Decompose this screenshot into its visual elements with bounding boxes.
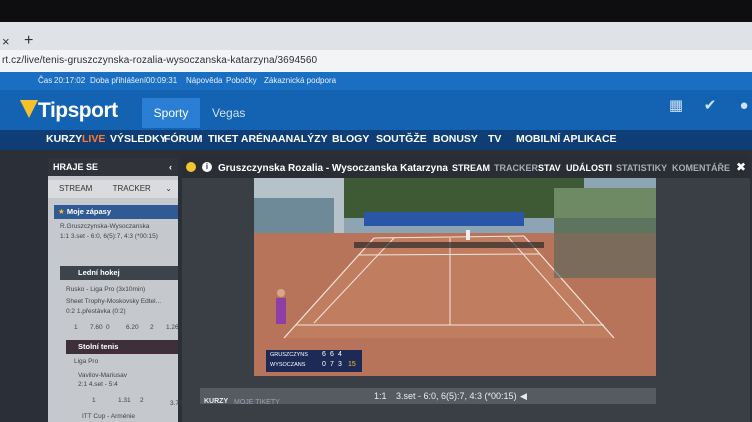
browser-tab-strip [0,22,752,52]
tab-sporty[interactable]: Sporty [142,98,200,128]
section-title: Moje zápasy [66,207,112,216]
nav-souteze[interactable]: SOUTĞŽE [376,133,427,145]
tab-komentare[interactable]: KOMENTÁŘE [672,163,730,173]
url-text[interactable]: rt.cz/live/tenis-gruszczynska-rozalia-wy… [2,55,317,66]
section-my-matches[interactable]: ★ Moje zápasy [54,205,178,219]
tab-kurzy[interactable]: KURZY [204,398,228,405]
tickets-icon[interactable]: ▦ [668,98,684,114]
match-score: 1:1 3.set - 6:0, 6(5):7, 4:3 (*00:15) [60,233,158,240]
tab-moje-tikety[interactable]: MOJE TIKETY [234,399,280,406]
set-score: 4 [338,351,342,358]
odds-value[interactable]: 1.26 [166,324,179,331]
match-name[interactable]: Vavilov-Mariusav [78,372,127,379]
support-link[interactable]: Zákaznická podpora [264,76,336,85]
collapse-icon[interactable]: ‹ [169,158,172,176]
logo[interactable]: Tipsport [38,99,118,123]
nav-tiket-arena[interactable]: TIKET ARÉNA [208,133,278,145]
tab-stream[interactable]: STREAM [452,163,490,173]
status-set-score: 1:1 [374,391,387,401]
game-points: 15 [348,361,356,368]
checkmark-icon[interactable]: ✔ [702,98,718,114]
tab-tracker[interactable]: TRACKER [494,163,538,173]
help-link[interactable]: Nápověda [186,76,222,85]
match-score: 0:2 1.přestávka (0:2) [66,308,126,315]
match-score: 2:1 4.set - 5:4 [78,381,118,388]
close-tab-icon[interactable]: × [2,34,10,49]
set-score: 7 [330,361,334,368]
sidebar-header: HRAJE SE ‹ [48,158,178,176]
tab-statistiky[interactable]: STATISTIKY [616,163,667,173]
odds-label: 1 [74,324,78,331]
users-icon[interactable]: ● [736,98,752,114]
new-tab-icon[interactable]: + [24,32,33,50]
odds-value[interactable]: 7.60 [90,324,103,331]
odds-label: 2 [140,397,144,404]
match-title: Gruszczynska Rozalia - Wysoczanska Katar… [218,163,448,174]
nav-forum[interactable]: FÓRUM [164,133,203,145]
set-score: 6 [330,351,334,358]
odds-label: 2 [150,324,154,331]
login-timer: 00:09:31 [146,76,178,85]
status-detail: 3.set - 6:0, 6(5):7, 4:3 (*00:15) [396,391,517,401]
nav-mobilni-aplikace[interactable]: MOBILNÍ APLIKACE [516,133,617,145]
tab-vegas[interactable]: Vegas [212,98,245,128]
sidebar-title: HRAJE SE [53,162,99,172]
branches-link[interactable]: Pobočky [226,76,257,85]
league-name[interactable]: ITT Cup - Arménie [82,413,135,420]
score-overlay: GRUSZCZYNS 6 6 4 WYSOCZANS 0 7 3 15 [266,350,362,372]
set-score: 0 [322,361,326,368]
odds-label: 1 [92,397,96,404]
tab-udalosti[interactable]: UDÁLOSTI [566,163,612,173]
clock: 20:17:02 [54,76,86,85]
nav-kurzy[interactable]: KURZY [46,133,82,145]
tab-stav[interactable]: STAV [538,163,561,173]
set-score: 6 [322,351,326,358]
league-name: Rusko - Liga Pro (3x10min) [66,286,146,293]
info-icon[interactable]: i [202,162,212,172]
time-label: Čas [38,76,53,85]
tennis-ball-icon [186,162,196,172]
nav-blogy[interactable]: BLOGY [332,133,369,145]
player1-name: GRUSZCZYNS [270,352,308,358]
odds-value[interactable]: 3.70 [170,400,183,407]
player2-name: WYSOCZANS [270,362,306,368]
section-table-tennis[interactable]: Stolní tenis [66,340,178,354]
sidebar-tracker-tab[interactable]: TRACKER [95,184,151,193]
match-name[interactable]: R.Gruszczynska-Wysoczanska [60,223,150,230]
section-ice-hockey[interactable]: Lední hokej [60,266,178,280]
chevron-down-icon[interactable]: ⌄ [165,180,172,198]
nav-bonusy[interactable]: BONUSY [433,133,478,145]
volume-icon[interactable]: ◀ [520,391,527,402]
odds-label: 0 [106,324,110,331]
pin-icon[interactable]: ✖ [736,160,746,174]
sidebar-view-switch: STREAM TRACKER ⌄ [48,180,178,198]
login-label: Doba přihlášení [90,76,147,85]
tipsport-logo-icon [20,100,38,118]
sidebar-stream-tab[interactable]: STREAM [48,184,92,193]
nav-vysledky[interactable]: VÝSLEDKY [110,133,167,145]
set-score: 3 [338,361,342,368]
odds-value[interactable]: 6.20 [126,324,139,331]
section-title: Stolní tenis [78,342,119,351]
league-name: Liga Pro [74,358,99,365]
odds-value[interactable]: 1.31 [118,397,131,404]
nav-live[interactable]: LIVE [82,133,105,145]
nav-analyzy[interactable]: ANALÝZY [278,133,328,145]
section-title: Lední hokej [78,268,120,277]
match-name[interactable]: Sheet Trophy-Moskovsky Edtel... [66,298,161,305]
nav-tv[interactable]: TV [488,133,501,145]
star-icon: ★ [58,207,65,216]
live-stream-video[interactable] [254,178,656,376]
